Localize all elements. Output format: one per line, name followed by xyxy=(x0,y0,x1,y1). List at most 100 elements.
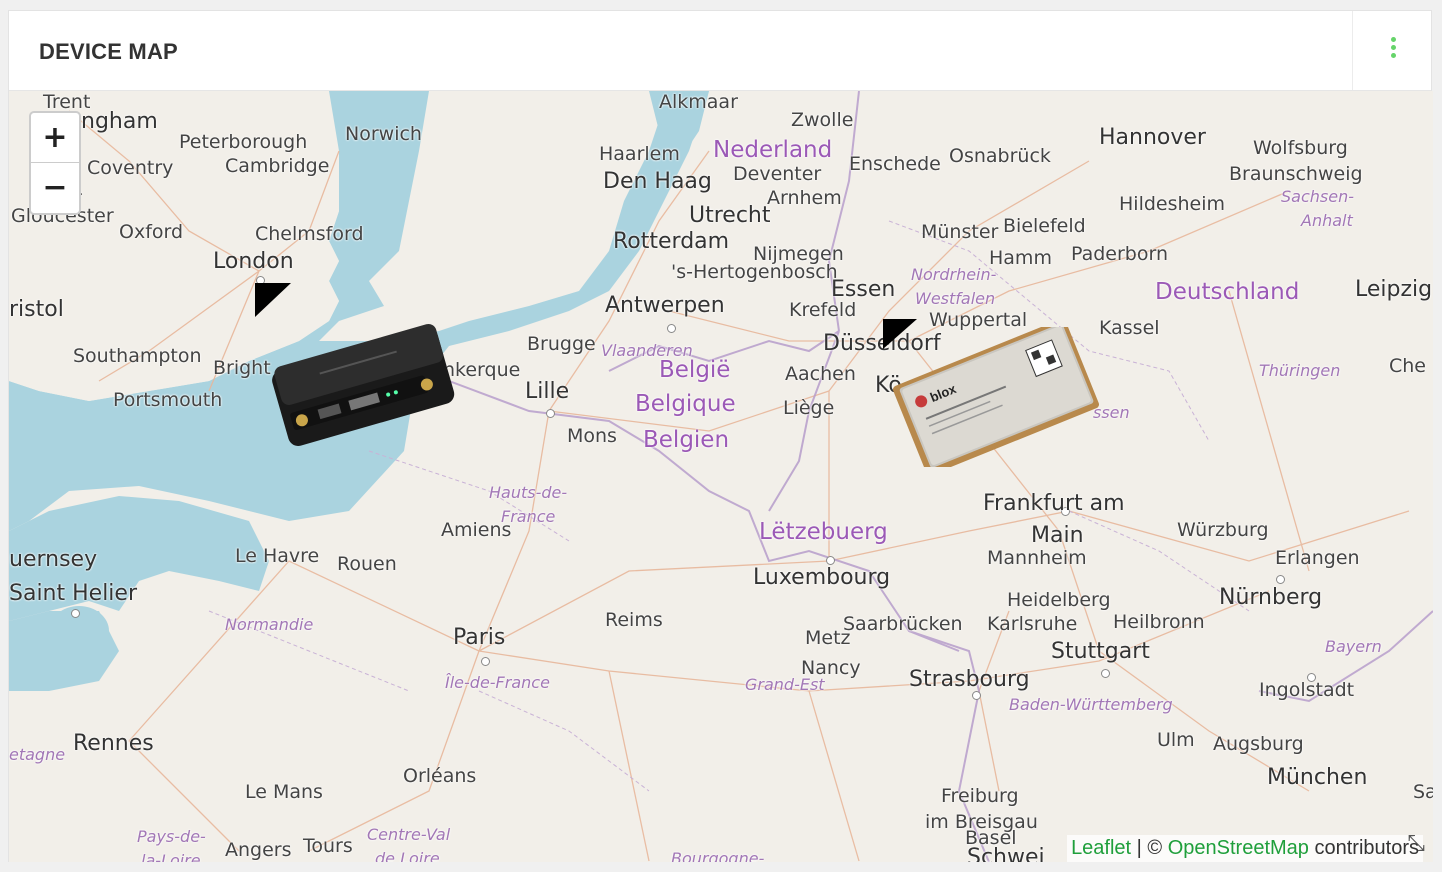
map-label-augsburg: Augsburg xyxy=(1213,733,1304,755)
map-label-hauts-de-france: Hauts-de- xyxy=(489,483,568,502)
header-divider xyxy=(1352,11,1353,90)
map-label-sachsen-anhalt: Sachsen- xyxy=(1281,187,1354,206)
map-label-thuringen: Thüringen xyxy=(1259,361,1341,380)
map-label-peterborough: Peterborough xyxy=(179,131,308,153)
map-label-freiburg: Freiburg xyxy=(941,785,1019,807)
map-label-haarlem: Haarlem xyxy=(599,143,680,165)
map-label-luxembourg: Luxembourg xyxy=(753,565,891,590)
map-label-mons: Mons xyxy=(567,425,617,447)
map-label-normandie: Normandie xyxy=(225,615,314,634)
map-label-krefeld: Krefeld xyxy=(789,299,857,321)
map-label-wurzburg: Würzburg xyxy=(1177,519,1269,541)
map-label-frankfurt-2: Main xyxy=(1031,523,1084,548)
map-label-salzburg: Sa xyxy=(1413,781,1433,803)
map-label-nrw-2: Westfalen xyxy=(915,289,996,308)
map-label-mannheim: Mannheim xyxy=(987,547,1087,569)
map-label-chemnitz: Che xyxy=(1389,355,1426,377)
map-label-heidelberg: Heidelberg xyxy=(1007,589,1111,611)
map-label-ingolstadt: Ingolstadt xyxy=(1259,679,1355,701)
map-label-hannover: Hannover xyxy=(1099,125,1206,150)
map-label-munchen: München xyxy=(1267,765,1368,790)
map-label-den-haag: Den Haag xyxy=(603,169,712,194)
map-label-wolfsburg: Wolfsburg xyxy=(1253,137,1348,159)
map-label-guernsey: uernsey xyxy=(9,547,98,572)
attribution-separator: | © xyxy=(1131,837,1168,859)
map-label-chelmsford: Chelmsford xyxy=(255,223,364,245)
map-label-le-havre: Le Havre xyxy=(235,545,320,567)
map-label-brugge: Brugge xyxy=(527,333,596,355)
router-marker-pin[interactable] xyxy=(255,283,291,317)
resize-handle-icon[interactable]: ⤡ xyxy=(1407,830,1425,856)
map-label-centre-val-de-loire: Centre-Val xyxy=(367,825,451,844)
map-label-nurnberg: Nürnberg xyxy=(1219,585,1323,610)
map-label-belgie: België xyxy=(659,357,731,383)
map-label-le-mans: Le Mans xyxy=(245,781,323,803)
map-label-hildesheim: Hildesheim xyxy=(1119,193,1226,215)
map-viewport[interactable]: Trent ngham Peterborough Norwich Coventr… xyxy=(9,91,1433,862)
map-label-reims: Reims xyxy=(605,609,663,631)
map-label-tours: Tours xyxy=(303,835,353,857)
map-label-antwerpen: Antwerpen xyxy=(605,293,725,318)
openstreetmap-link[interactable]: OpenStreetMap xyxy=(1168,837,1309,859)
map-label-cambridge: Cambridge xyxy=(225,155,330,177)
map-label-bristol: ristol xyxy=(9,297,64,322)
map-label-karlsruhe: Karlsruhe xyxy=(987,613,1078,635)
map-label-braunschweig: Braunschweig xyxy=(1229,163,1363,185)
map-label-oxford: Oxford xyxy=(119,221,184,243)
city-dot xyxy=(481,657,490,666)
module-marker[interactable]: blox xyxy=(889,327,1103,467)
router-marker[interactable] xyxy=(255,323,465,451)
map-label-metz: Metz xyxy=(805,627,851,649)
map-label-saint-helier: Saint Helier xyxy=(9,581,138,606)
map-label-pays-de-la-loire-2: la-Loire xyxy=(141,851,201,862)
map-label-alkmaar: Alkmaar xyxy=(659,91,738,113)
map-label-ile-de-france: Île-de-France xyxy=(445,673,550,692)
map-label-hertogenbosch: 's-Hertogenbosch xyxy=(671,261,838,283)
zoom-in-button[interactable]: + xyxy=(31,113,79,163)
map-label-nottingham: ngham xyxy=(81,109,158,134)
attribution-suffix: contributors xyxy=(1308,837,1419,859)
city-dot xyxy=(71,609,80,618)
leaflet-link[interactable]: Leaflet xyxy=(1071,837,1131,859)
city-dot xyxy=(667,324,676,333)
map-label-centre-val-de-loire-2: de Loire xyxy=(375,849,440,862)
map-label-amiens: Amiens xyxy=(441,519,512,541)
map-label-southampton: Southampton xyxy=(73,345,202,367)
map-label-kassel: Kassel xyxy=(1099,317,1160,339)
map-label-bielefeld: Bielefeld xyxy=(1003,215,1086,237)
map-label-arnhem: Arnhem xyxy=(767,187,842,209)
map-label-norwich: Norwich xyxy=(345,123,422,145)
city-dot xyxy=(546,409,555,418)
more-options-icon[interactable] xyxy=(1381,37,1405,65)
map-label-london: London xyxy=(213,249,294,274)
map-label-angers: Angers xyxy=(225,839,292,861)
map-label-deutschland: Deutschland xyxy=(1155,279,1300,305)
map-label-frankfurt: Frankfurt am xyxy=(983,491,1125,516)
map-label-utrecht: Utrecht xyxy=(689,203,771,228)
card-header: DEVICE MAP xyxy=(9,11,1431,91)
map-label-sachsen-anhalt-2: Anhalt xyxy=(1301,211,1353,230)
map-label-ulm: Ulm xyxy=(1157,729,1195,751)
map-label-rotterdam: Rotterdam xyxy=(613,229,730,254)
map-label-belgique: Belgique xyxy=(635,391,736,417)
map-label-munster: Münster xyxy=(921,221,999,243)
map-label-strasbourg: Strasbourg xyxy=(909,667,1030,692)
map-label-portsmouth: Portsmouth xyxy=(113,389,223,411)
map-label-paderborn: Paderborn xyxy=(1071,243,1169,265)
map-label-coventry: Coventry xyxy=(87,157,174,179)
city-dot xyxy=(1276,575,1285,584)
map-label-pays-de-la-loire: Pays-de- xyxy=(137,827,206,846)
map-label-stuttgart: Stuttgart xyxy=(1051,639,1150,664)
map-label-nederland: Nederland xyxy=(713,137,833,163)
map-label-zwolle: Zwolle xyxy=(791,109,854,131)
map-label-enschede: Enschede xyxy=(849,153,941,175)
map-label-rouen: Rouen xyxy=(337,553,397,575)
map-label-paris: Paris xyxy=(453,625,506,650)
zoom-out-button[interactable]: − xyxy=(31,163,79,213)
map-label-leipzig: Leipzig xyxy=(1355,277,1433,302)
zoom-control: + − xyxy=(29,111,81,215)
map-label-aachen: Aachen xyxy=(785,363,856,385)
map-label-grand-est: Grand-Est xyxy=(745,675,825,694)
map-label-rennes: Rennes xyxy=(73,731,154,756)
map-label-schweiz: Schwei xyxy=(967,845,1045,862)
